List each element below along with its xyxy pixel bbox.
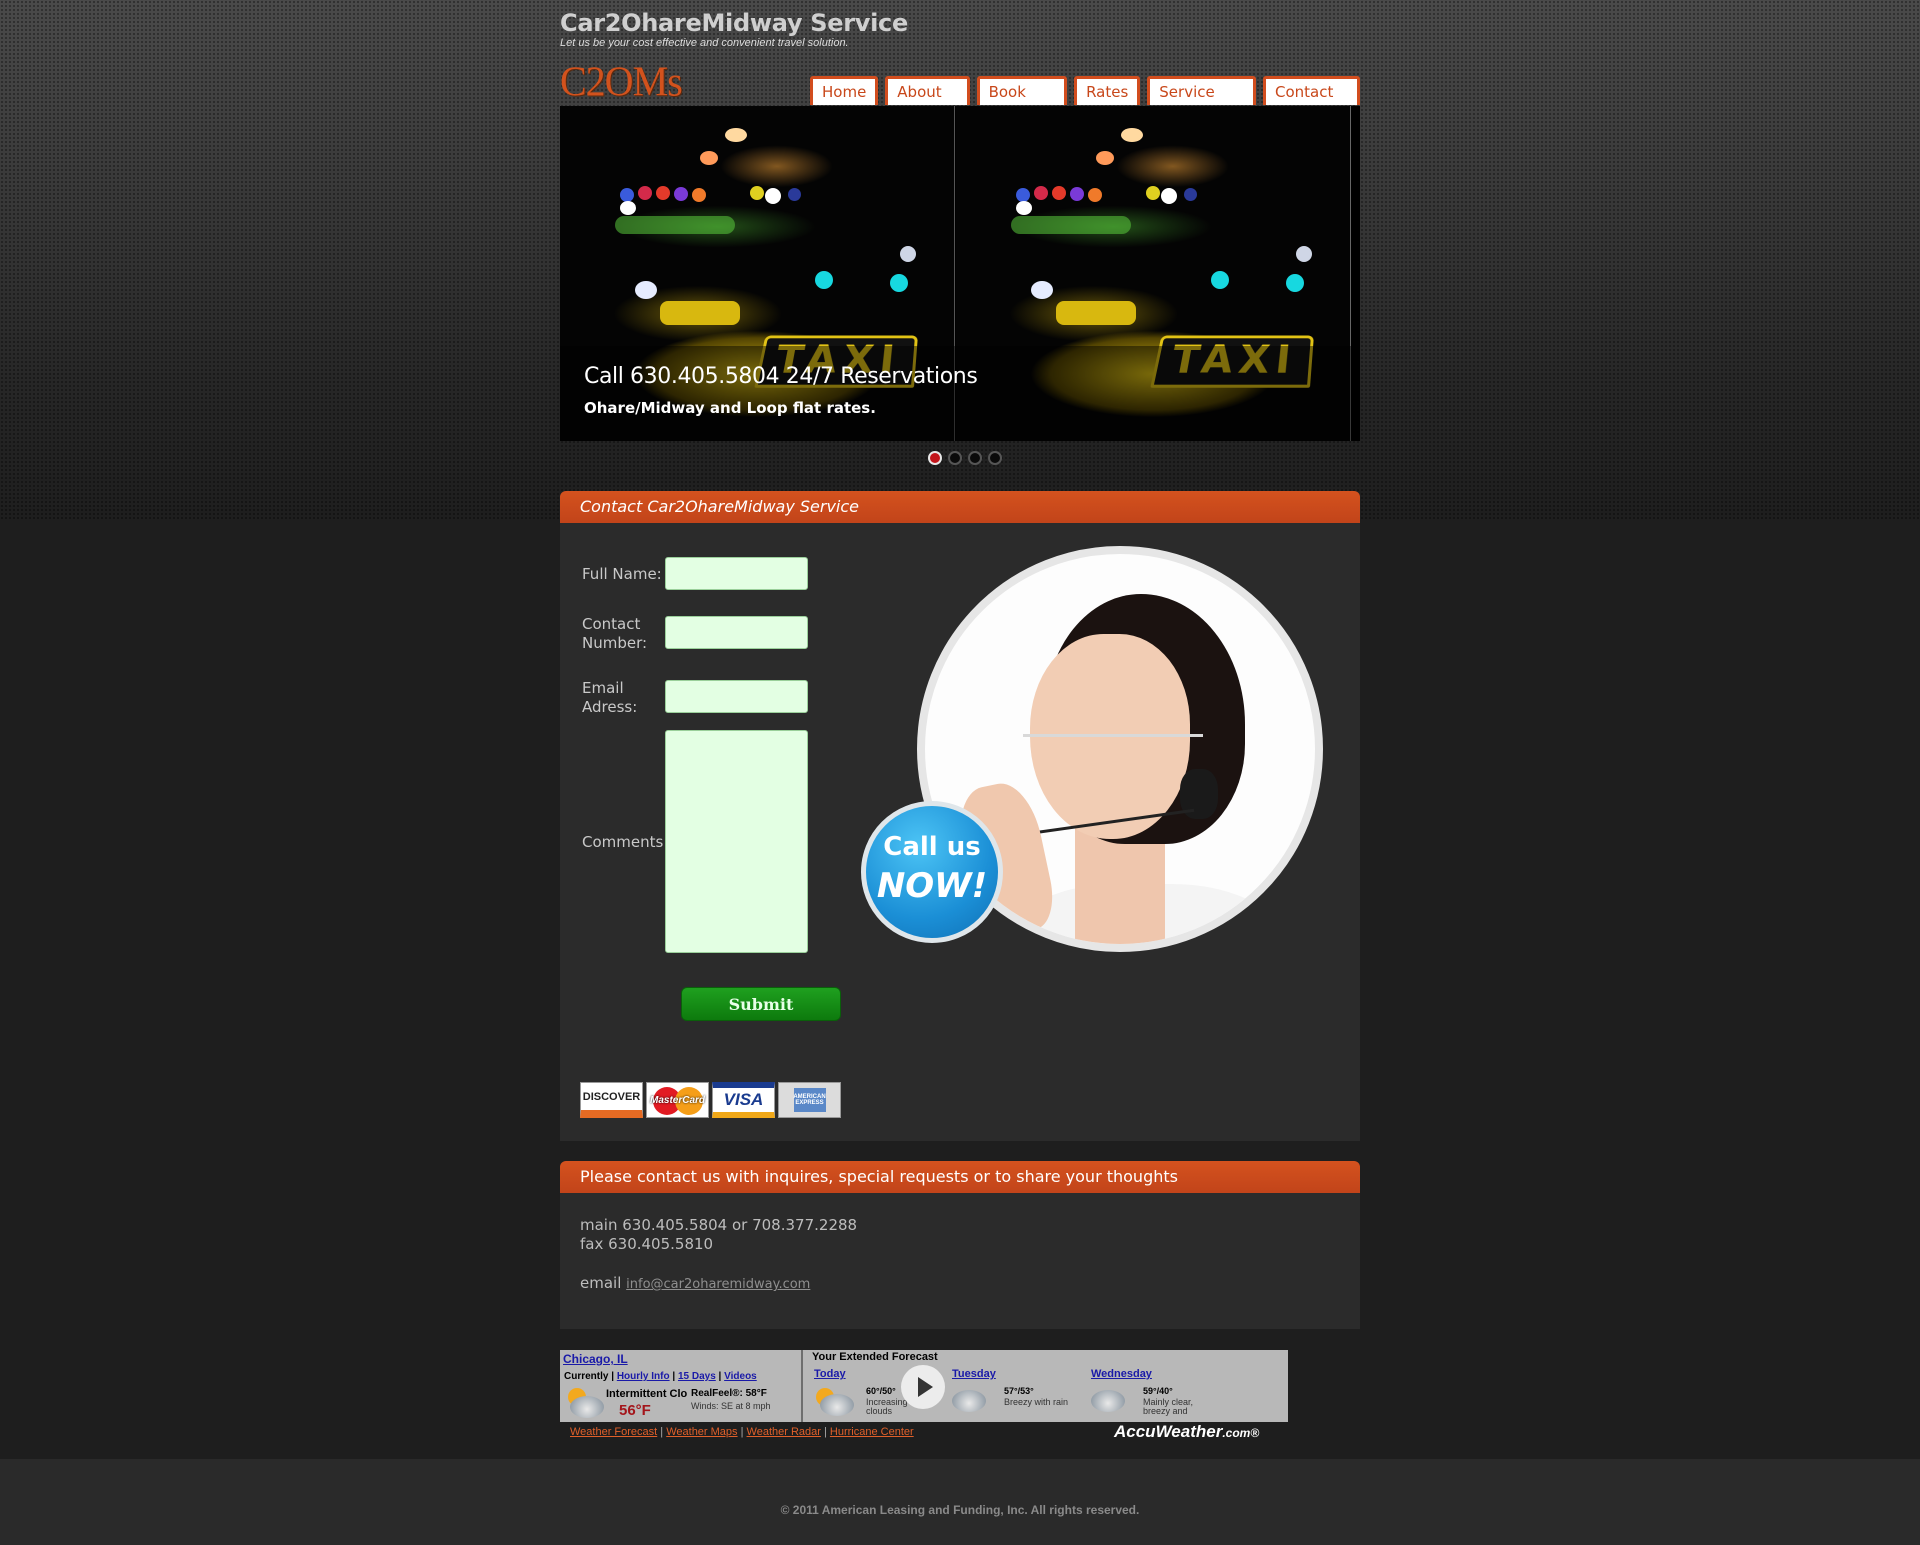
accuweather-suffix: .com® bbox=[1222, 1426, 1260, 1440]
slide-subline: Ohare/Midway and Loop flat rates. bbox=[584, 399, 876, 417]
weather-radar-link[interactable]: Weather Radar bbox=[747, 1426, 821, 1438]
nav-home[interactable]: Home bbox=[810, 76, 879, 105]
nav-contact-us[interactable]: Contact Us bbox=[1262, 76, 1360, 127]
nav-book-now[interactable]: Book Now bbox=[976, 76, 1068, 127]
weather-hourly-link[interactable]: Hourly Info bbox=[617, 1371, 670, 1382]
weather-15days-link[interactable]: 15 Days bbox=[678, 1371, 716, 1382]
site-logo[interactable]: C2OMs bbox=[560, 58, 683, 105]
weather-winds: Winds: SE at 8 mph bbox=[691, 1401, 771, 1411]
weather-condition: Intermittent Clo bbox=[606, 1388, 688, 1400]
forecast-wednesday-hilo: 59°/40° bbox=[1143, 1386, 1173, 1396]
nav-home-label: Home bbox=[813, 79, 876, 105]
weather-city-link[interactable]: Chicago, IL bbox=[563, 1352, 628, 1366]
email-input[interactable] bbox=[665, 680, 808, 713]
weather-links: Currently | Hourly Info | 15 Days | Vide… bbox=[564, 1371, 757, 1382]
nav-service-area[interactable]: Service Area bbox=[1147, 76, 1256, 127]
email-label: Email Adress: bbox=[582, 679, 638, 716]
info-panel bbox=[560, 1193, 1360, 1329]
play-video-icon[interactable] bbox=[901, 1365, 945, 1409]
discover-card-label: DISCOVER bbox=[582, 1090, 641, 1103]
main-phone: main 630.405.5804 or 708.377.2288 bbox=[580, 1216, 858, 1234]
weather-forecast-link[interactable]: Weather Forecast bbox=[570, 1426, 657, 1438]
weather-temp: 56°F bbox=[619, 1402, 651, 1419]
nav-service-area-label: Service Area bbox=[1150, 79, 1253, 127]
forecast-tuesday-desc: Breezy with rain bbox=[1004, 1397, 1069, 1407]
nav-book-now-label: Book Now bbox=[979, 79, 1065, 127]
visa-card-label: VISA bbox=[723, 1090, 764, 1109]
mastercard-label: MasterCard bbox=[649, 1094, 706, 1106]
weather-footer-links: Weather Forecast | Weather Maps | Weathe… bbox=[570, 1426, 914, 1438]
info-heading: Please contact us with inquires, special… bbox=[560, 1161, 1360, 1193]
slider-dot-4[interactable] bbox=[988, 451, 1002, 465]
weather-realfeel: RealFeel®: 58°F bbox=[691, 1388, 767, 1399]
slider-pagination bbox=[928, 451, 1002, 465]
page-container: Car2OhareMidway Service Let us be your c… bbox=[560, 0, 1360, 1460]
email-line: email info@car2oharemidway.com bbox=[580, 1274, 810, 1292]
fax-number: fax 630.405.5810 bbox=[580, 1235, 714, 1253]
payment-cards: DISCOVER MasterCard VISA AMERICAN EXPRES… bbox=[580, 1082, 841, 1118]
full-name-label: Full Name: bbox=[582, 565, 662, 583]
weather-current: Chicago, IL Currently | Hourly Info | 15… bbox=[560, 1350, 803, 1422]
nav-rates-label: Rates bbox=[1077, 79, 1138, 105]
slide-headline: Call 630.405.5804 24/7 Reservations bbox=[584, 364, 978, 389]
visa-card-icon: VISA bbox=[712, 1082, 775, 1118]
call-us-now-badge: Call us NOW! bbox=[861, 801, 1003, 943]
weather-maps-link[interactable]: Weather Maps bbox=[666, 1426, 737, 1438]
mastercard-icon: MasterCard bbox=[646, 1082, 709, 1118]
nav-rates[interactable]: Rates bbox=[1074, 76, 1141, 105]
forecast-wednesday-desc: Mainly clear, breezy and bbox=[1143, 1397, 1194, 1416]
weather-widget: Chicago, IL Currently | Hourly Info | 15… bbox=[560, 1350, 1288, 1422]
footer-band bbox=[0, 1459, 1920, 1545]
nav-about-us-label: About Us bbox=[888, 79, 967, 127]
forecast-day-wednesday[interactable]: Wednesday bbox=[1091, 1368, 1152, 1380]
submit-button[interactable]: Submit bbox=[681, 987, 841, 1021]
slider-dot-2[interactable] bbox=[948, 451, 962, 465]
slider-dot-1[interactable] bbox=[928, 451, 942, 465]
slide-caption-band bbox=[560, 346, 1360, 441]
accuweather-logo[interactable]: AccuWeather.com® bbox=[1114, 1422, 1259, 1442]
accuweather-brand: AccuWeather bbox=[1114, 1422, 1223, 1441]
forecast-day-today[interactable]: Today bbox=[814, 1368, 846, 1380]
nav-about-us[interactable]: About Us bbox=[885, 76, 970, 127]
slider-dot-3[interactable] bbox=[968, 451, 982, 465]
cloud-icon bbox=[820, 1394, 854, 1416]
contact-number-input[interactable] bbox=[665, 616, 808, 649]
site-title: Car2OhareMidway Service bbox=[560, 9, 908, 37]
hero-slider[interactable]: TAXI TAXI Call 630.405.5804 24/7 Reserva… bbox=[560, 106, 1360, 441]
email-link[interactable]: info@car2oharemidway.com bbox=[626, 1277, 810, 1292]
discover-card-icon: DISCOVER bbox=[580, 1082, 643, 1118]
nav-contact-us-label: Contact Us bbox=[1265, 79, 1357, 127]
rain-cloud-icon bbox=[952, 1390, 986, 1412]
hurricane-center-link[interactable]: Hurricane Center bbox=[830, 1426, 914, 1438]
email-label-text: email bbox=[580, 1274, 622, 1292]
amex-card-icon: AMERICAN EXPRESS bbox=[778, 1082, 841, 1118]
call-badge-line1: Call us bbox=[883, 832, 981, 862]
weather-videos-link[interactable]: Videos bbox=[724, 1371, 757, 1382]
copyright: © 2011 American Leasing and Funding, Inc… bbox=[780, 1503, 1140, 1517]
weather-currently-label: Currently bbox=[564, 1371, 609, 1382]
amex-card-label: AMERICAN EXPRESS bbox=[793, 1088, 826, 1112]
call-badge-line2: NOW! bbox=[876, 866, 988, 906]
site-tagline: Let us be your cost effective and conven… bbox=[560, 37, 849, 49]
main-nav: Home About Us Book Now Rates Service Are… bbox=[810, 76, 1360, 127]
contact-form-heading: Contact Car2OhareMidway Service bbox=[560, 491, 1360, 523]
comments-label: Comments: bbox=[582, 833, 669, 851]
weather-extended-label: Your Extended Forecast bbox=[812, 1351, 938, 1363]
forecast-tuesday-hilo: 57°/53° bbox=[1004, 1386, 1034, 1396]
cloud-icon bbox=[570, 1396, 604, 1418]
full-name-input[interactable] bbox=[665, 557, 808, 590]
contact-number-label: Contact Number: bbox=[582, 615, 648, 652]
forecast-today-hilo: 60°/50° bbox=[866, 1386, 896, 1396]
comments-textarea[interactable] bbox=[665, 730, 808, 953]
forecast-day-tuesday[interactable]: Tuesday bbox=[952, 1368, 996, 1380]
rain-cloud-icon bbox=[1091, 1390, 1125, 1412]
